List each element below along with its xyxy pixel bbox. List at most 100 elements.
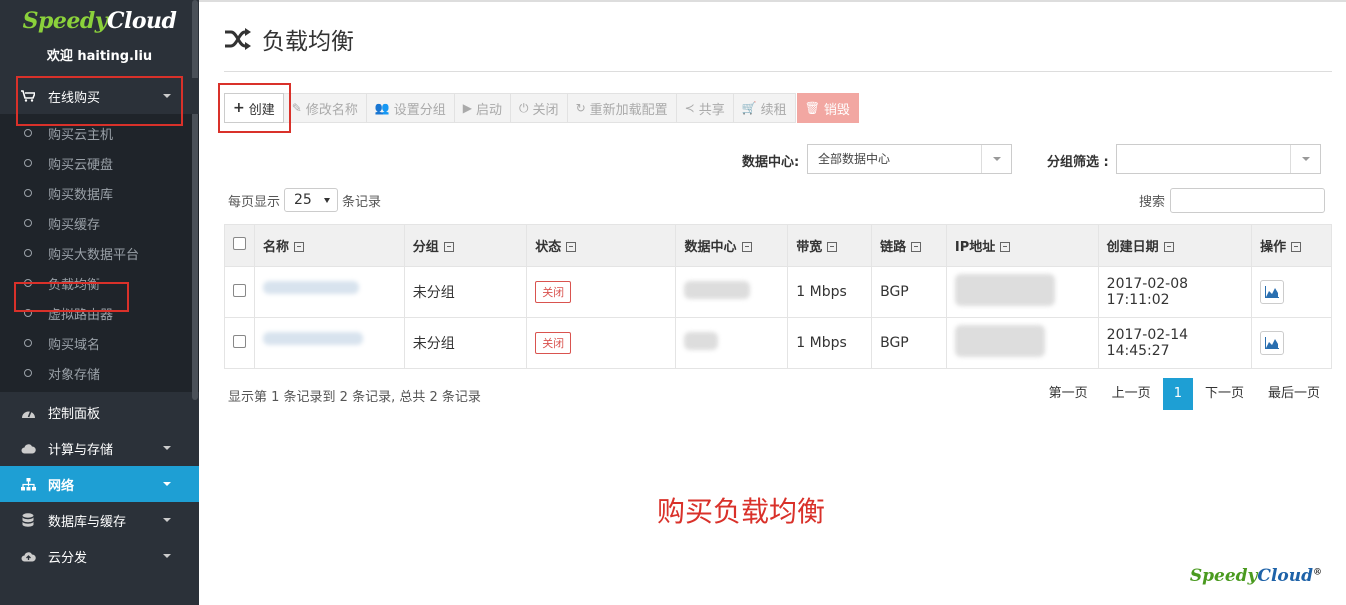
- chevron-down-icon: [163, 518, 171, 522]
- redacted-name[interactable]: [263, 331, 363, 345]
- circle-icon: [24, 309, 32, 317]
- select-all-checkbox[interactable]: [233, 237, 246, 250]
- col-link[interactable]: 链路: [871, 224, 947, 267]
- cell-bandwidth: 1 Mbps: [787, 317, 873, 369]
- sub-item-buy-disk[interactable]: 购买云硬盘: [0, 148, 199, 178]
- sidebar-scrollbar[interactable]: [192, 0, 198, 400]
- sub-item-buy-bigdata[interactable]: 购买大数据平台: [0, 238, 199, 268]
- reload-config-button[interactable]: ↻ 重新加载配置: [567, 93, 677, 123]
- load-balancer-table: 名称 分组 状态 数据中心 带宽 链路 IP地址 创建日期 操作 未分组 关闭 …: [224, 224, 1332, 369]
- users-icon: 👥: [374, 101, 390, 115]
- nav-cdn[interactable]: 云分发: [0, 538, 199, 574]
- table-row: 未分组 关闭 1 Mbps BGP 2017-02-08 17:11:02: [224, 266, 1332, 318]
- redacted-ip: [954, 274, 1055, 306]
- table-header-row: 名称 分组 状态 数据中心 带宽 链路 IP地址 创建日期 操作: [224, 224, 1332, 267]
- col-datacenter[interactable]: 数据中心: [675, 224, 789, 267]
- pagination: 第一页 上一页 1 下一页 最后一页: [1037, 378, 1332, 410]
- filter-bar: 数据中心: 全部数据中心 分组筛选 :: [199, 144, 1346, 174]
- search-input[interactable]: [1170, 188, 1326, 213]
- brand-logo: SpeedyCloud®: [1189, 566, 1322, 586]
- cell-link: BGP: [871, 317, 947, 369]
- destroy-button[interactable]: 🗑 销毁: [796, 93, 859, 123]
- chevron-down-icon: [981, 145, 1011, 173]
- stop-button[interactable]: ⏻ 关闭: [511, 93, 568, 123]
- col-created[interactable]: 创建日期: [1097, 224, 1253, 267]
- rename-button[interactable]: ✎ 修改名称: [283, 93, 367, 123]
- group-select[interactable]: [1116, 144, 1321, 174]
- page-last[interactable]: 最后一页: [1256, 378, 1332, 410]
- collapse-icon: [911, 242, 922, 252]
- cell-link: BGP: [871, 266, 947, 318]
- page-current[interactable]: 1: [1162, 378, 1193, 410]
- datacenter-select[interactable]: 全部数据中心: [807, 144, 1012, 174]
- refresh-icon: ↻: [575, 101, 586, 115]
- record-info: 显示第 1 条记录到 2 条记录, 总共 2 条记录: [228, 390, 481, 405]
- renew-button[interactable]: 🛒 续租: [733, 93, 796, 123]
- cell-bandwidth: 1 Mbps: [787, 266, 873, 318]
- page-next[interactable]: 下一页: [1193, 378, 1256, 410]
- cell-created: 2017-02-08 17:11:02: [1097, 266, 1253, 318]
- sub-item-load-balancer[interactable]: 负载均衡: [0, 268, 199, 298]
- sub-item-buy-domain[interactable]: 购买域名: [0, 328, 199, 358]
- nav-network[interactable]: 网络: [0, 466, 199, 502]
- redacted-name[interactable]: [263, 280, 359, 294]
- status-badge: 关闭: [535, 281, 572, 303]
- cloud-icon: [20, 441, 36, 455]
- main-content: 负载均衡 + 创建 ✎ 修改名称 👥 设置分组 ▶ 启动 ⏻ 关闭 ↻ 重新加载配置 ≺ 共享…: [199, 0, 1346, 605]
- table-row: 未分组 关闭 1 Mbps BGP 2017-02-14 14:45:27: [224, 317, 1332, 369]
- edit-icon: ✎: [291, 101, 302, 115]
- chevron-down-icon: [163, 554, 171, 558]
- nav-compute-storage[interactable]: 计算与存储: [0, 430, 199, 466]
- nav-online-buy[interactable]: 在线购买: [0, 78, 199, 114]
- play-icon: ▶: [462, 101, 473, 115]
- search-control: 搜索: [1139, 188, 1326, 213]
- per-page-control: 每页显示 25 条记录: [228, 188, 381, 212]
- col-actions[interactable]: 操作: [1251, 224, 1332, 267]
- page-prev[interactable]: 上一页: [1100, 378, 1163, 410]
- cart-icon: [20, 89, 36, 103]
- col-name[interactable]: 名称: [254, 224, 405, 267]
- col-group[interactable]: 分组: [403, 224, 528, 267]
- page-title: 负载均衡: [224, 22, 354, 56]
- monitor-button[interactable]: [1260, 331, 1285, 355]
- page-first[interactable]: 第一页: [1037, 378, 1100, 410]
- sub-item-virtual-router[interactable]: 虚拟路由器: [0, 298, 199, 328]
- collapse-icon: [566, 242, 577, 252]
- row-checkbox[interactable]: [233, 283, 246, 297]
- plus-icon: +: [233, 100, 245, 116]
- share-button[interactable]: ≺ 共享: [676, 93, 734, 123]
- dashboard-icon: [20, 405, 36, 419]
- title-divider: [224, 71, 1332, 72]
- start-button[interactable]: ▶ 启动: [454, 93, 512, 123]
- area-chart-icon: [1265, 286, 1280, 298]
- col-status[interactable]: 状态: [526, 224, 677, 267]
- circle-icon: [24, 369, 32, 377]
- set-group-button[interactable]: 👥 设置分组: [366, 93, 455, 123]
- collapse-icon: [741, 242, 752, 252]
- per-page-select[interactable]: 25: [284, 188, 339, 212]
- sub-item-buy-cache[interactable]: 购买缓存: [0, 208, 199, 238]
- sub-item-object-storage[interactable]: 对象存储: [0, 358, 199, 388]
- sub-item-buy-vm[interactable]: 购买云主机: [0, 118, 199, 148]
- power-icon: ⏻: [519, 100, 529, 115]
- col-bandwidth[interactable]: 带宽: [787, 224, 873, 267]
- circle-icon: [24, 189, 32, 197]
- nav-db-cache[interactable]: 数据库与缓存: [0, 502, 199, 538]
- circle-icon: [24, 249, 32, 257]
- database-icon: [20, 513, 36, 527]
- row-checkbox[interactable]: [233, 334, 246, 348]
- nav-control-panel[interactable]: 控制面板: [0, 394, 199, 430]
- toolbar: + 创建 ✎ 修改名称 👥 设置分组 ▶ 启动 ⏻ 关闭 ↻ 重新加载配置 ≺ 共享 🛒 续租 …: [224, 93, 859, 123]
- col-ip[interactable]: IP地址: [945, 224, 1099, 267]
- sitemap-icon: [20, 477, 36, 491]
- nav-online-buy-label: 在线购买: [48, 90, 101, 106]
- cloud-upload-icon: [20, 549, 36, 563]
- sub-item-buy-db[interactable]: 购买数据库: [0, 178, 199, 208]
- sidebar-logo: SpeedyCloud: [0, 0, 199, 42]
- circle-icon: [24, 159, 32, 167]
- collapse-icon: [294, 242, 305, 252]
- monitor-button[interactable]: [1260, 280, 1285, 304]
- create-button[interactable]: + 创建: [224, 93, 284, 123]
- cell-created: 2017-02-14 14:45:27: [1097, 317, 1253, 369]
- circle-icon: [24, 279, 32, 287]
